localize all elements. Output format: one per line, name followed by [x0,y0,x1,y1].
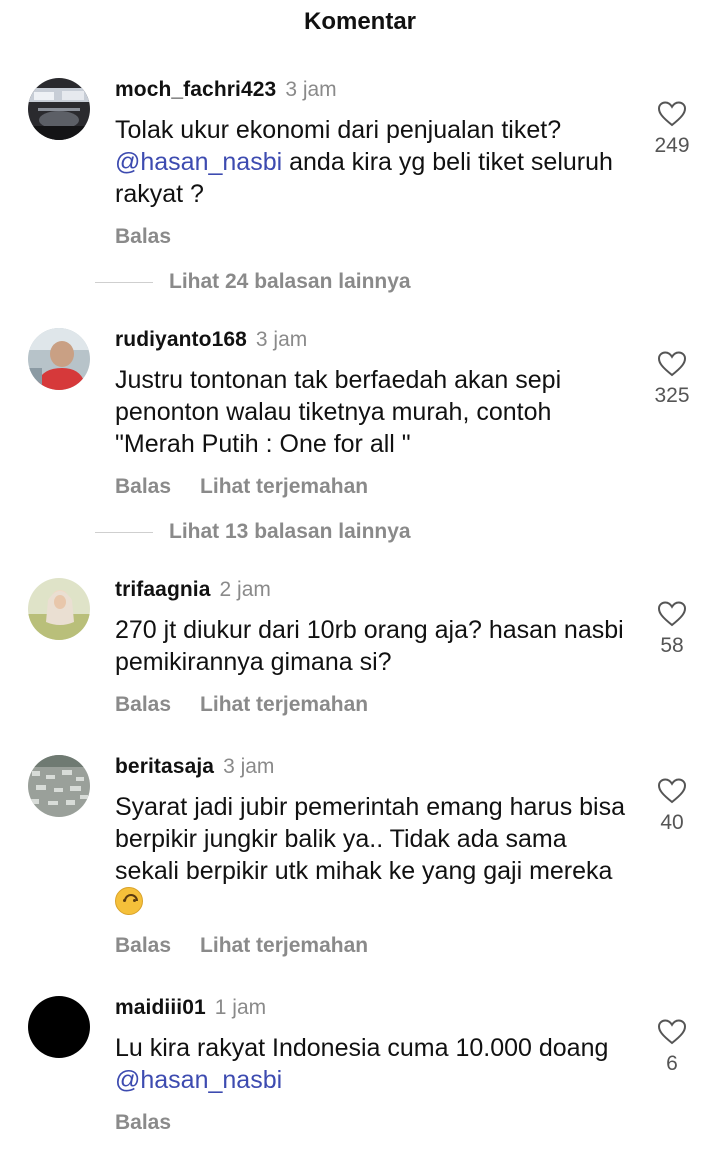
reply-button[interactable]: Balas [115,693,171,717]
comment-actions: Balas Lihat terjemahan [115,931,635,961]
view-replies-label[interactable]: Lihat 24 balasan lainnya [169,270,411,294]
translate-button[interactable]: Lihat terjemahan [200,475,368,499]
timestamp: 1 jam [214,996,267,1019]
username[interactable]: trifaagnia [115,578,211,602]
username[interactable]: moch_fachri423 [115,78,276,102]
like-count: 40 [660,811,684,834]
comment-text: Justru tontonan tak berfaedah akan sepi … [115,366,562,458]
view-replies[interactable]: Lihat 13 balasan lainnya [0,517,720,547]
comment-body: trifaagnia 2 jam 270 jt diukur dari 10rb… [115,578,635,720]
comment-actions: Balas [115,1108,635,1138]
comment-text-part: Tolak ukur ekonomi dari penjualan tiket? [115,116,562,144]
heart-outline-icon[interactable] [657,600,687,628]
like-count: 58 [660,634,684,657]
avatar[interactable] [28,578,90,640]
heart-outline-icon[interactable] [657,100,687,128]
comment-body: maidiii01 1 jam Lu kira rakyat Indonesia… [115,996,635,1138]
timestamp: 3 jam [255,328,308,351]
header: Komentar [0,0,720,44]
comment-text-part: Lu kira rakyat Indonesia cuma 10.000 doa… [115,1034,609,1062]
like-count: 6 [666,1052,678,1075]
comment-meta: rudiyanto168 3 jam [115,328,635,358]
upside-down-face-icon [115,887,143,915]
comment-text: Tolak ukur ekonomi dari penjualan tiket?… [115,114,635,210]
timestamp: 2 jam [219,578,271,601]
view-replies[interactable]: Lihat 24 balasan lainnya [0,267,720,297]
divider [95,282,153,283]
comment-body: rudiyanto168 3 jam Justru tontonan tak b… [115,328,635,502]
username[interactable]: rudiyanto168 [115,328,247,352]
avatar[interactable] [28,328,90,390]
username[interactable]: maidiii01 [115,996,206,1020]
comment-text: 270 jt diukur dari 10rb orang aja? hasan… [115,616,624,676]
reply-button[interactable]: Balas [115,225,171,249]
avatar[interactable] [28,755,90,817]
avatar[interactable] [28,996,90,1058]
comment-actions: Balas Lihat terjemahan [115,472,635,502]
comment-text: Syarat jadi jubir pemerintah emang harus… [115,791,635,919]
like-button[interactable]: 325 [640,350,704,408]
reply-button[interactable]: Balas [115,1111,171,1135]
timestamp: 3 jam [285,78,337,101]
reply-button[interactable]: Balas [115,475,171,499]
like-count: 249 [654,134,690,157]
translate-button[interactable]: Lihat terjemahan [200,934,368,958]
heart-outline-icon[interactable] [657,350,687,378]
comment-body: beritasaja 3 jam Syarat jadi jubir pemer… [115,755,635,961]
page-title: Komentar [303,8,417,35]
timestamp: 3 jam [223,755,275,778]
mention-link[interactable]: @hasan_nasbi [115,148,282,176]
comment-meta: beritasaja 3 jam [115,755,635,785]
divider [95,532,153,533]
comment-text: Lu kira rakyat Indonesia cuma 10.000 doa… [115,1032,635,1096]
reply-button[interactable]: Balas [115,934,171,958]
avatar[interactable] [28,78,90,140]
like-button[interactable]: 58 [640,600,704,658]
comment-text-part: Syarat jadi jubir pemerintah emang harus… [115,793,625,885]
comment-meta: moch_fachri423 3 jam [115,78,635,108]
like-count: 325 [654,384,690,407]
comment-meta: trifaagnia 2 jam [115,578,635,608]
like-button[interactable]: 249 [640,100,704,158]
heart-outline-icon[interactable] [657,1018,687,1046]
like-button[interactable]: 40 [640,777,704,835]
comment-actions: Balas Lihat terjemahan [115,690,635,720]
translate-button[interactable]: Lihat terjemahan [200,693,368,717]
comment-body: moch_fachri423 3 jam Tolak ukur ekonomi … [115,78,635,252]
comment-meta: maidiii01 1 jam [115,996,635,1026]
mention-link[interactable]: @hasan_nasbi [115,1066,282,1094]
comment-actions: Balas [115,222,635,252]
heart-outline-icon[interactable] [657,777,687,805]
username[interactable]: beritasaja [115,755,214,779]
like-button[interactable]: 6 [640,1018,704,1076]
view-replies-label[interactable]: Lihat 13 balasan lainnya [169,520,411,544]
